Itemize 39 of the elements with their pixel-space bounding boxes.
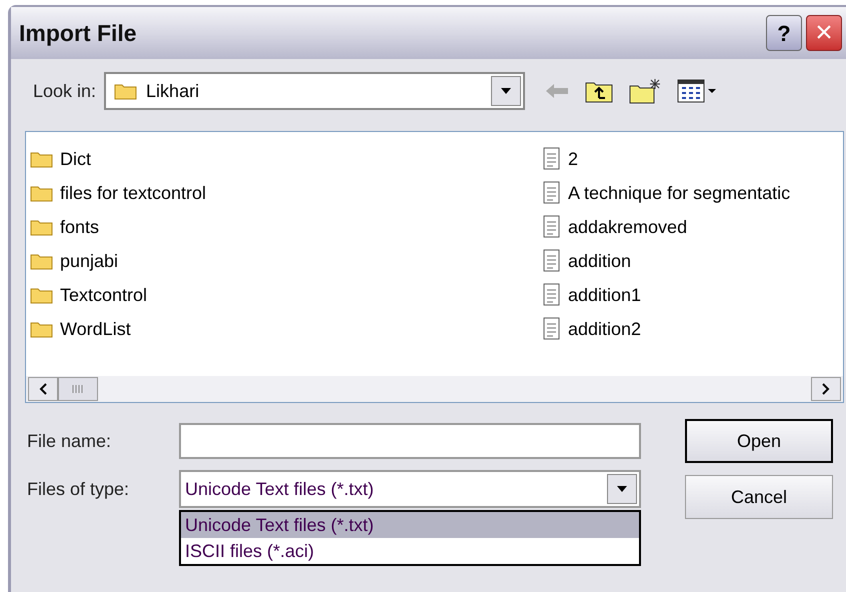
file-item[interactable]: addition (542, 244, 790, 278)
grip-icon (72, 385, 84, 393)
folder-item[interactable]: files for textcontrol (30, 176, 542, 210)
horizontal-scrollbar[interactable] (26, 376, 843, 402)
window-title: Import File (19, 18, 137, 48)
view-menu-icon[interactable] (677, 79, 718, 103)
file-item[interactable]: addition2 (542, 312, 790, 346)
folder-item[interactable]: punjabi (30, 244, 542, 278)
document-icon (542, 317, 562, 341)
file-item[interactable]: addakremoved (542, 210, 790, 244)
file-item[interactable]: 2 (542, 142, 790, 176)
file-item[interactable]: addition1 (542, 278, 790, 312)
open-button[interactable]: Open (685, 419, 833, 463)
scroll-right-button[interactable] (811, 377, 841, 401)
dropdown-option[interactable]: Unicode Text files (*.txt) (181, 512, 639, 538)
files-of-type-dropdown[interactable]: Unicode Text files (*.txt) (179, 470, 641, 508)
close-button[interactable]: × (806, 15, 842, 51)
file-name-label: File name: (27, 430, 112, 452)
look-in-label: Look in: (33, 80, 96, 102)
document-icon (542, 283, 562, 307)
folder-item[interactable]: Textcontrol (30, 278, 542, 312)
folder-item[interactable]: fonts (30, 210, 542, 244)
document-icon (542, 181, 562, 205)
new-folder-icon[interactable] (629, 78, 662, 104)
folder-item[interactable]: WordList (30, 312, 542, 346)
cancel-button[interactable]: Cancel (685, 475, 833, 519)
scroll-thumb[interactable] (58, 377, 98, 401)
file-item[interactable]: A technique for segmentatic (542, 176, 790, 210)
scroll-left-button[interactable] (28, 377, 58, 401)
look-in-dropdown[interactable]: Likhari (104, 72, 526, 110)
files-of-type-label: Files of type: (27, 478, 130, 501)
dropdown-arrow-icon (500, 87, 512, 95)
folder-item[interactable]: Dict (30, 142, 542, 176)
document-icon (542, 215, 562, 239)
file-name-field[interactable] (179, 423, 641, 459)
help-button[interactable]: ? (766, 15, 802, 51)
document-icon (542, 249, 562, 273)
dropdown-arrow-icon (616, 485, 628, 493)
document-icon (542, 147, 562, 171)
